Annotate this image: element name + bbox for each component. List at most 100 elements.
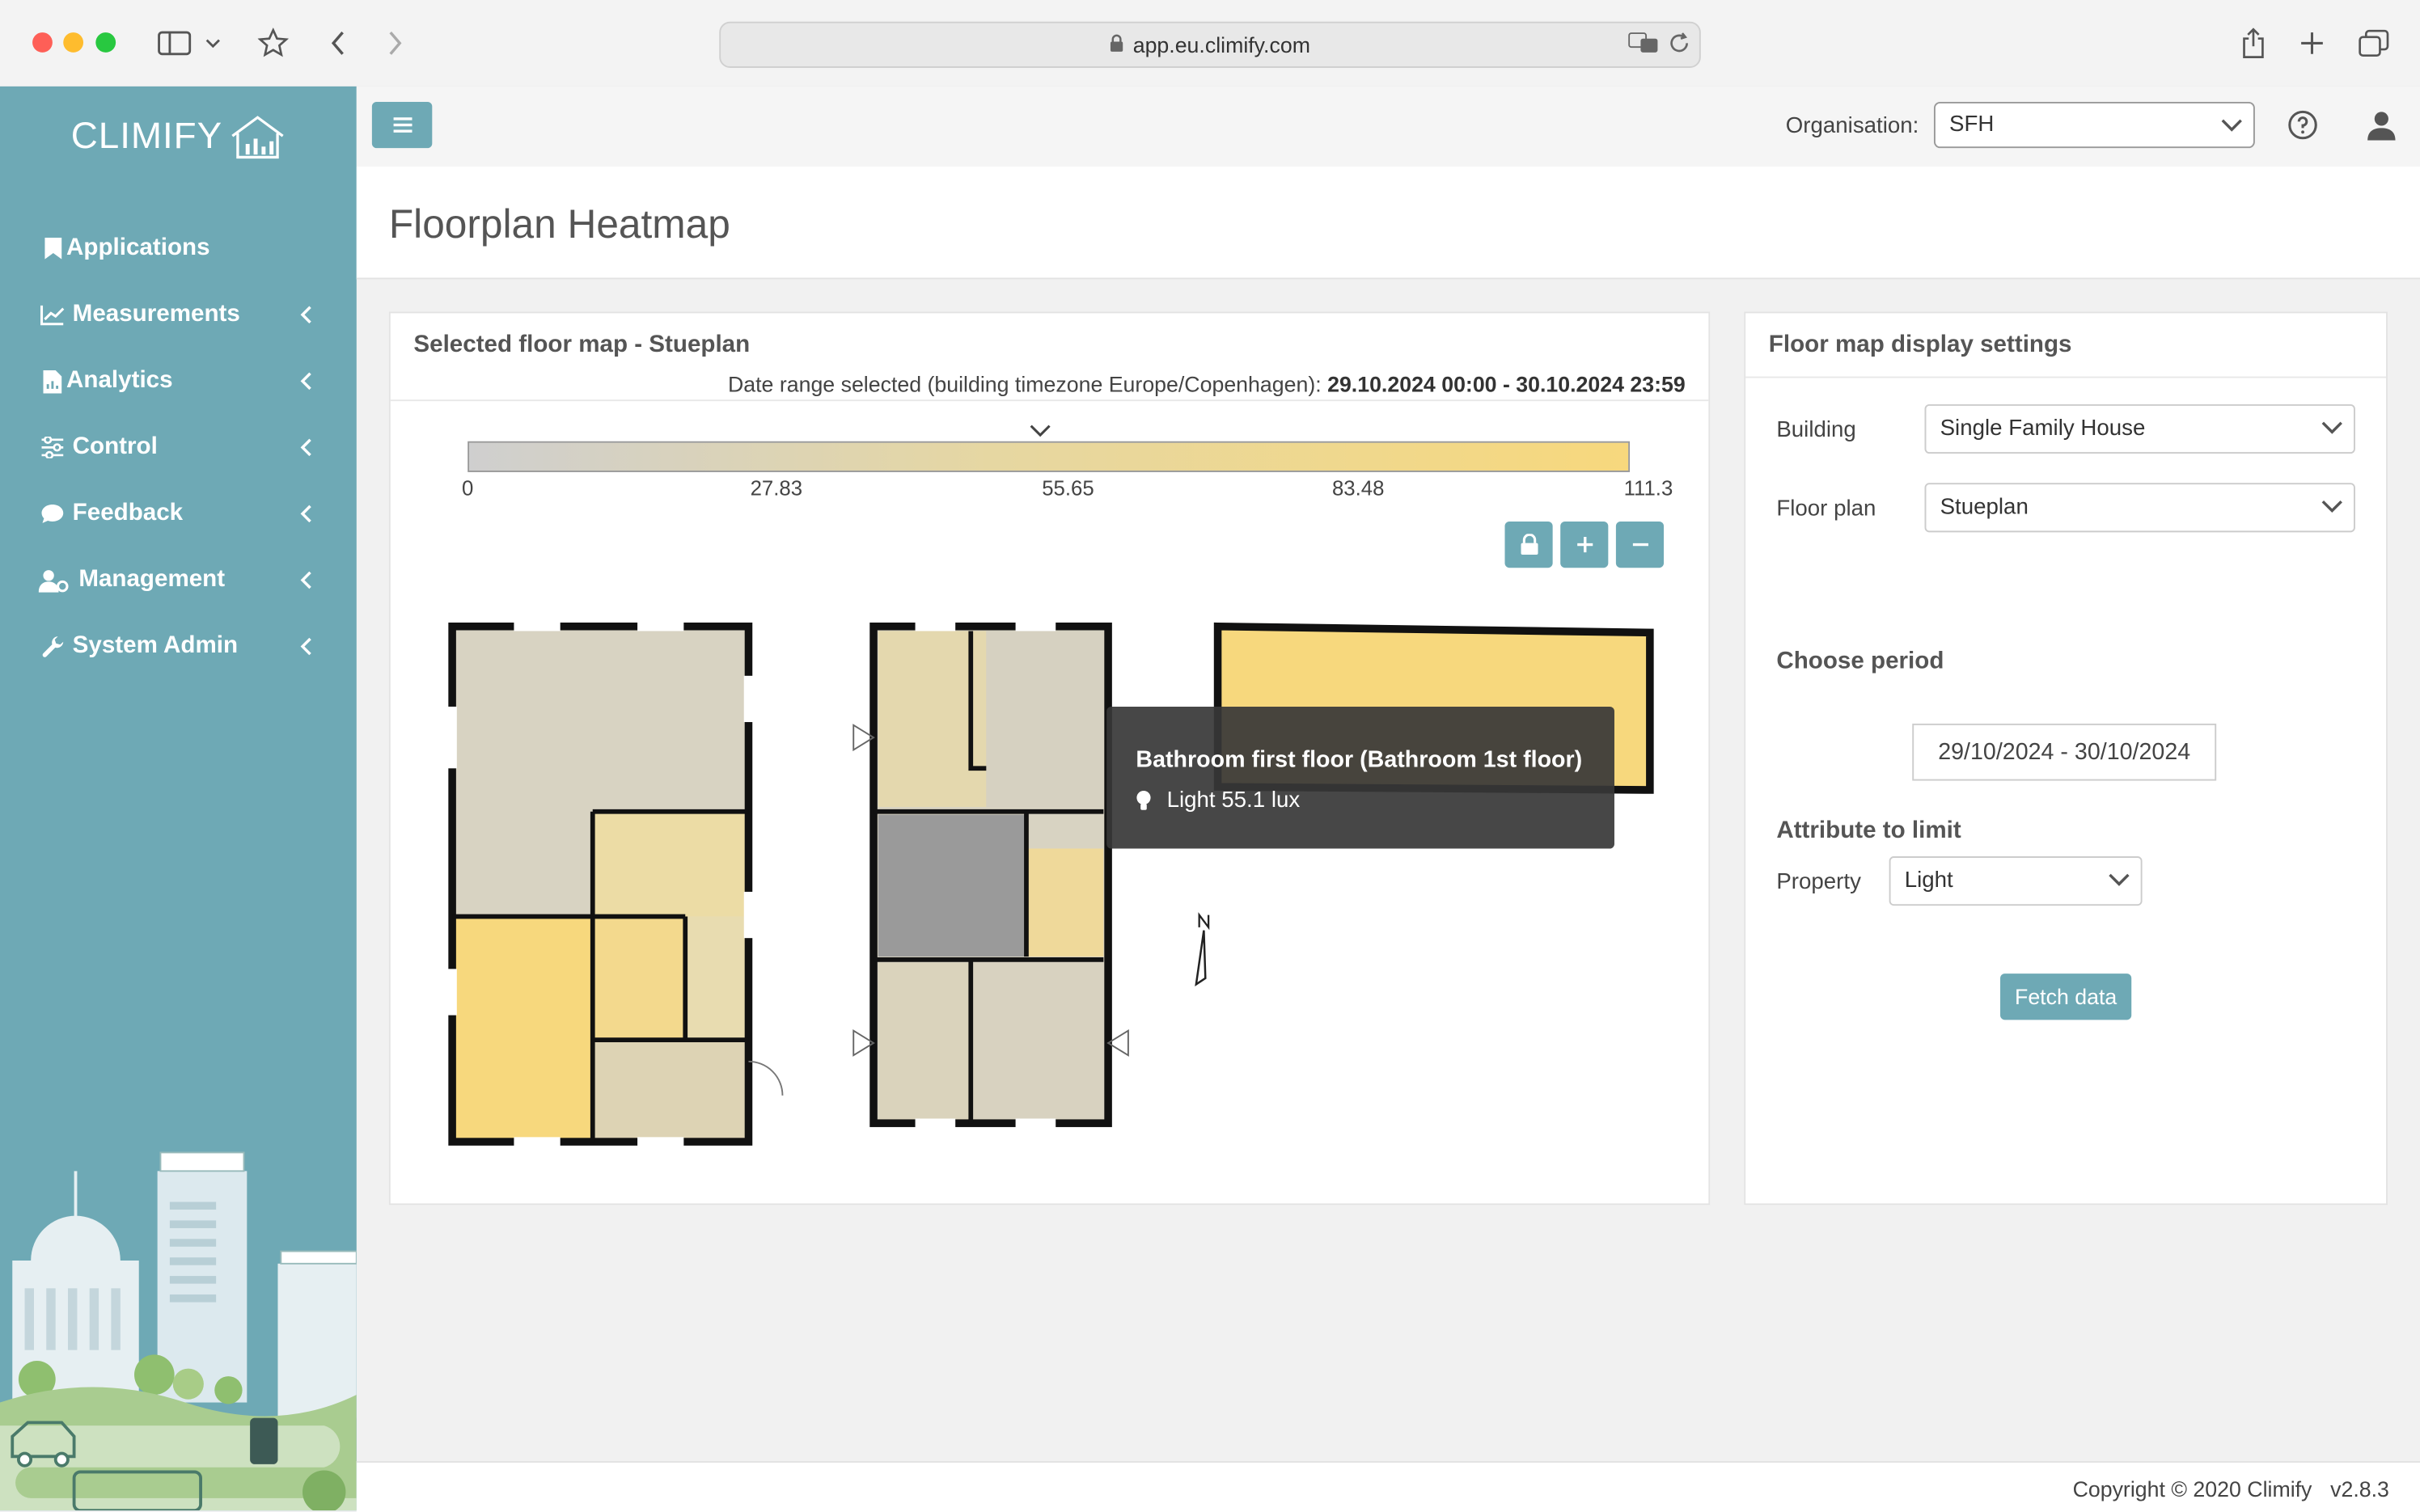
sidebar-item-label: Feedback xyxy=(72,500,184,526)
room-tooltip: Bathroom first floor (Bathroom 1st floor… xyxy=(1106,706,1614,849)
organisation-label: Organisation: xyxy=(1785,114,1919,139)
sidebar-item-control[interactable]: Control xyxy=(0,416,357,478)
sidebar-toggle-icon[interactable] xyxy=(153,22,196,65)
user-icon[interactable] xyxy=(2366,109,2397,141)
building-select[interactable]: Single Family House xyxy=(1924,403,2355,454)
tooltip-value: Light 55.1 lux xyxy=(1166,788,1301,813)
chevron-down-icon xyxy=(2321,500,2342,513)
chevron-down-icon xyxy=(2221,119,2242,132)
room-bathroom-first-floor xyxy=(878,814,1026,957)
scale-tick: 0 xyxy=(462,476,474,500)
date-range-text: Date range selected (building timezone E… xyxy=(728,372,1686,397)
chevron-left-icon xyxy=(296,503,315,525)
floor-map-panel-header: Selected floor map - Stueplan xyxy=(391,313,1709,376)
period-date-input[interactable]: 29/10/2024 - 30/10/2024 xyxy=(1912,723,2217,781)
building-label: Building xyxy=(1776,418,1856,443)
floor-map-panel: Selected floor map - Stueplan Date range… xyxy=(388,311,1711,1206)
sidebar-item-applications[interactable]: Applications xyxy=(0,218,357,279)
sidebar-item-feedback[interactable]: Feedback xyxy=(0,483,357,544)
top-header: Organisation: SFH xyxy=(356,86,2420,167)
display-settings-title: Floor map display settings xyxy=(1768,332,2072,358)
room-bedroom-3 xyxy=(878,962,971,1124)
chevron-left-icon xyxy=(296,636,315,657)
menu-toggle-button[interactable] xyxy=(371,101,433,149)
organisation-select[interactable]: SFH xyxy=(1933,101,2255,149)
minimize-window-button[interactable] xyxy=(63,32,84,53)
chevron-down-icon xyxy=(2321,421,2342,434)
lock-map-button[interactable] xyxy=(1504,521,1553,568)
logo-house-icon xyxy=(231,116,284,159)
back-icon[interactable] xyxy=(316,22,359,65)
room-bedroom-2 xyxy=(986,631,1104,807)
date-range-value: 29.10.2024 00:00 - 30.10.2024 23:59 xyxy=(1327,371,1686,397)
room-bedroom-4 xyxy=(971,962,1104,1124)
scale-tick: 83.48 xyxy=(1331,476,1385,500)
sidebar: CLIMIFY Applications Measurements Analyt… xyxy=(0,86,357,1511)
building-left xyxy=(447,622,784,1147)
sidebar-item-label: Analytics xyxy=(66,367,173,394)
climify-logo[interactable]: CLIMIFY xyxy=(71,111,287,163)
zoom-out-button[interactable] xyxy=(1615,521,1665,568)
chevron-left-icon xyxy=(296,569,315,591)
sidebar-item-label: Measurements xyxy=(72,301,240,327)
city-illustration xyxy=(0,1151,357,1511)
scale-tick: 55.65 xyxy=(1042,476,1094,500)
bookmark-star-icon[interactable] xyxy=(252,22,294,65)
chevron-left-icon xyxy=(296,304,315,326)
floorplan-select[interactable]: Stueplan xyxy=(1924,483,2355,533)
new-tab-icon[interactable] xyxy=(2291,22,2333,65)
sidebar-item-label: Management xyxy=(78,566,226,593)
address-bar[interactable]: app.eu.climify.com xyxy=(719,21,1701,68)
display-settings-header: Floor map display settings xyxy=(1745,313,2387,378)
footer-text: Copyright © 2020 Climify v2.8.3 xyxy=(2073,1476,2389,1501)
organisation-value: SFH xyxy=(1949,112,1995,137)
choose-period-label: Choose period xyxy=(1776,648,1944,674)
sidebar-item-management[interactable]: Management xyxy=(0,549,357,610)
room-storage xyxy=(1026,848,1104,957)
close-window-button[interactable] xyxy=(32,32,53,53)
translate-icon[interactable] xyxy=(1628,32,1659,58)
bookmark-icon xyxy=(40,236,66,261)
sidebar-item-label: Applications xyxy=(66,234,210,261)
room-utility xyxy=(592,1040,749,1142)
floor-plan-heatmap[interactable] xyxy=(437,614,1672,1154)
line-chart-icon xyxy=(40,302,66,327)
plus-icon xyxy=(1576,537,1593,553)
floorplan-label: Floor plan xyxy=(1776,496,1876,522)
building-middle xyxy=(852,622,1129,1128)
north-arrow-icon xyxy=(1195,912,1210,987)
fetch-data-button[interactable]: Fetch data xyxy=(2000,974,2132,1020)
scale-tick: 111.3 xyxy=(1623,476,1673,500)
chevron-left-icon xyxy=(296,437,315,458)
wrench-icon xyxy=(40,634,66,659)
sliders-icon xyxy=(40,435,66,460)
forward-icon[interactable] xyxy=(374,22,417,65)
maximize-window-button[interactable] xyxy=(95,32,116,53)
tab-overview-icon[interactable] xyxy=(2352,22,2395,65)
chevron-left-icon xyxy=(296,370,315,392)
sidebar-item-system-admin[interactable]: System Admin xyxy=(0,615,357,677)
tooltip-measurement: Light 55.1 lux xyxy=(1136,788,1300,813)
version-text: v2.8.3 xyxy=(2330,1476,2389,1501)
help-icon[interactable] xyxy=(2287,109,2318,140)
reload-icon[interactable] xyxy=(1669,32,1690,58)
building-value: Single Family House xyxy=(1940,416,2146,441)
tooltip-title: Bathroom first floor (Bathroom 1st floor… xyxy=(1136,746,1583,774)
floorplan-value: Stueplan xyxy=(1940,495,2029,521)
share-icon[interactable] xyxy=(2232,22,2274,65)
hamburger-icon xyxy=(392,117,412,133)
sidebar-item-analytics[interactable]: Analytics xyxy=(0,350,357,412)
sidebar-item-label: System Admin xyxy=(72,632,239,659)
copyright-text: Copyright © 2020 Climify xyxy=(2072,1476,2312,1501)
date-range-label: Date range selected (building timezone E… xyxy=(727,371,1322,397)
property-select[interactable]: Light xyxy=(1889,856,2143,906)
minus-icon xyxy=(1631,543,1648,547)
property-label: Property xyxy=(1776,870,1861,895)
browser-toolbar: app.eu.climify.com xyxy=(0,0,2420,88)
sidebar-item-measurements[interactable]: Measurements xyxy=(0,284,357,345)
lightbulb-icon xyxy=(1136,790,1151,810)
zoom-in-button[interactable] xyxy=(1560,521,1609,568)
floor-map-title: Selected floor map - Stueplan xyxy=(413,332,751,358)
chevron-down-icon[interactable] xyxy=(197,22,228,65)
room-bathroom xyxy=(592,916,686,1041)
